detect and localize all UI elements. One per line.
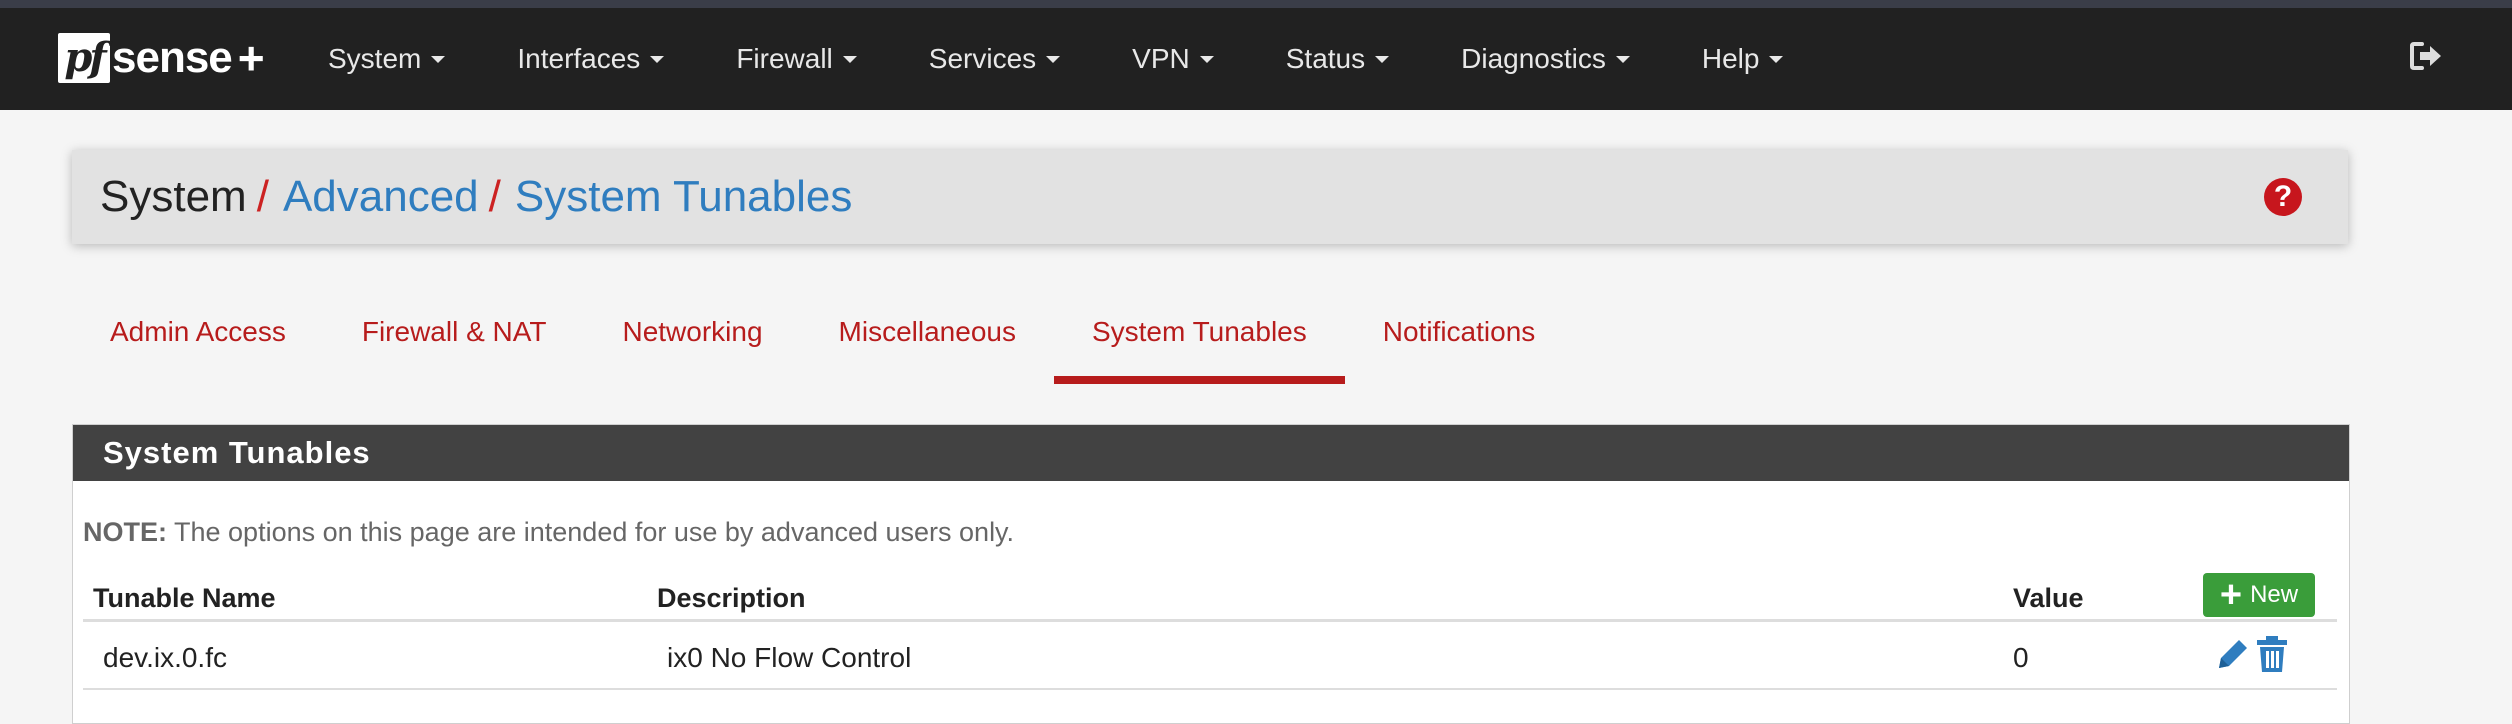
nav-diagnostics[interactable]: Diagnostics	[1461, 43, 1630, 75]
nav-system[interactable]: System	[328, 43, 446, 75]
help-icon[interactable]: ?	[2264, 178, 2302, 216]
nav-vpn[interactable]: VPN	[1132, 43, 1214, 75]
nav-interfaces-label: Interfaces	[517, 43, 641, 74]
nav-status-label: Status	[1285, 43, 1366, 74]
tunable-description-cell: ix0 No Flow Control	[667, 642, 912, 673]
column-value: Value	[2013, 583, 2084, 613]
tab-bar: Admin Access Firewall & NAT Networking M…	[72, 300, 1573, 384]
nav-vpn-label: VPN	[1132, 43, 1190, 74]
breadcrumb-system: System	[100, 172, 247, 221]
sign-out-icon	[2410, 42, 2441, 70]
nav-status[interactable]: Status	[1285, 43, 1390, 75]
new-button-label: New	[2250, 581, 2299, 608]
nav-help[interactable]: Help	[1702, 43, 1784, 75]
logo-pf-mark: pf	[58, 33, 110, 83]
chevron-down-icon	[842, 55, 857, 63]
logout-button[interactable]	[2408, 38, 2444, 74]
delete-tunable-button[interactable]	[2253, 634, 2291, 674]
add-tunable-button[interactable]: + New	[2203, 573, 2315, 617]
nav-interfaces[interactable]: Interfaces	[517, 43, 665, 75]
tunable-name-cell: dev.ix.0.fc	[103, 642, 227, 673]
nav-firewall[interactable]: Firewall	[736, 43, 857, 75]
chevron-down-icon	[1769, 55, 1784, 63]
column-description: Description	[657, 583, 806, 613]
nav-services[interactable]: Services	[928, 43, 1061, 75]
plus-icon: +	[2219, 574, 2243, 616]
tab-admin-access[interactable]: Admin Access	[72, 300, 324, 384]
chevron-down-icon	[431, 55, 446, 63]
nav-services-label: Services	[928, 43, 1037, 74]
tab-system-tunables[interactable]: System Tunables	[1053, 300, 1345, 384]
tab-networking[interactable]: Networking	[584, 300, 800, 384]
nav-firewall-label: Firewall	[736, 43, 833, 74]
chevron-down-icon	[1046, 55, 1061, 63]
chevron-down-icon	[1199, 55, 1214, 63]
column-tunable-name: Tunable Name	[93, 583, 276, 613]
logo-wordmark: sense	[112, 33, 233, 82]
edit-tunable-button[interactable]	[2213, 634, 2251, 674]
top-navbar: pf sense + System Interfaces Firewall Se…	[0, 0, 2512, 110]
chevron-down-icon	[650, 55, 665, 63]
breadcrumb-system-tunables[interactable]: System Tunables	[515, 172, 853, 222]
trash-icon	[2257, 636, 2287, 672]
note-text: The options on this page are intended fo…	[167, 517, 1015, 547]
advanced-users-note: NOTE: The options on this page are inten…	[83, 517, 1014, 548]
table-header: Tunable Name Description Value + New	[83, 565, 2337, 622]
chevron-down-icon	[1615, 55, 1630, 63]
system-tunables-panel: System Tunables NOTE: The options on thi…	[72, 424, 2350, 724]
breadcrumb-advanced[interactable]: Advanced	[283, 172, 479, 222]
breadcrumb-separator: /	[256, 172, 269, 221]
table-row: dev.ix.0.fc ix0 No Flow Control 0	[83, 622, 2337, 690]
nav-diagnostics-label: Diagnostics	[1461, 43, 1606, 74]
chevron-down-icon	[1375, 55, 1390, 63]
main-menu: System Interfaces Firewall Services VPN …	[328, 8, 1855, 110]
tab-miscellaneous[interactable]: Miscellaneous	[801, 300, 1054, 384]
pencil-icon	[2219, 640, 2247, 668]
tab-firewall-nat[interactable]: Firewall & NAT	[324, 300, 585, 384]
nav-help-label: Help	[1701, 43, 1760, 74]
pfsense-logo[interactable]: pf sense +	[58, 30, 265, 86]
nav-system-label: System	[328, 43, 422, 74]
tunable-value-cell: 0	[2013, 642, 2029, 673]
tab-notifications[interactable]: Notifications	[1345, 300, 1574, 384]
logo-plus: +	[237, 32, 265, 84]
panel-title: System Tunables	[73, 425, 2349, 481]
breadcrumb: System / Advanced / System Tunables ?	[72, 150, 2348, 244]
note-label: NOTE:	[83, 517, 167, 547]
breadcrumb-separator: /	[488, 172, 501, 221]
